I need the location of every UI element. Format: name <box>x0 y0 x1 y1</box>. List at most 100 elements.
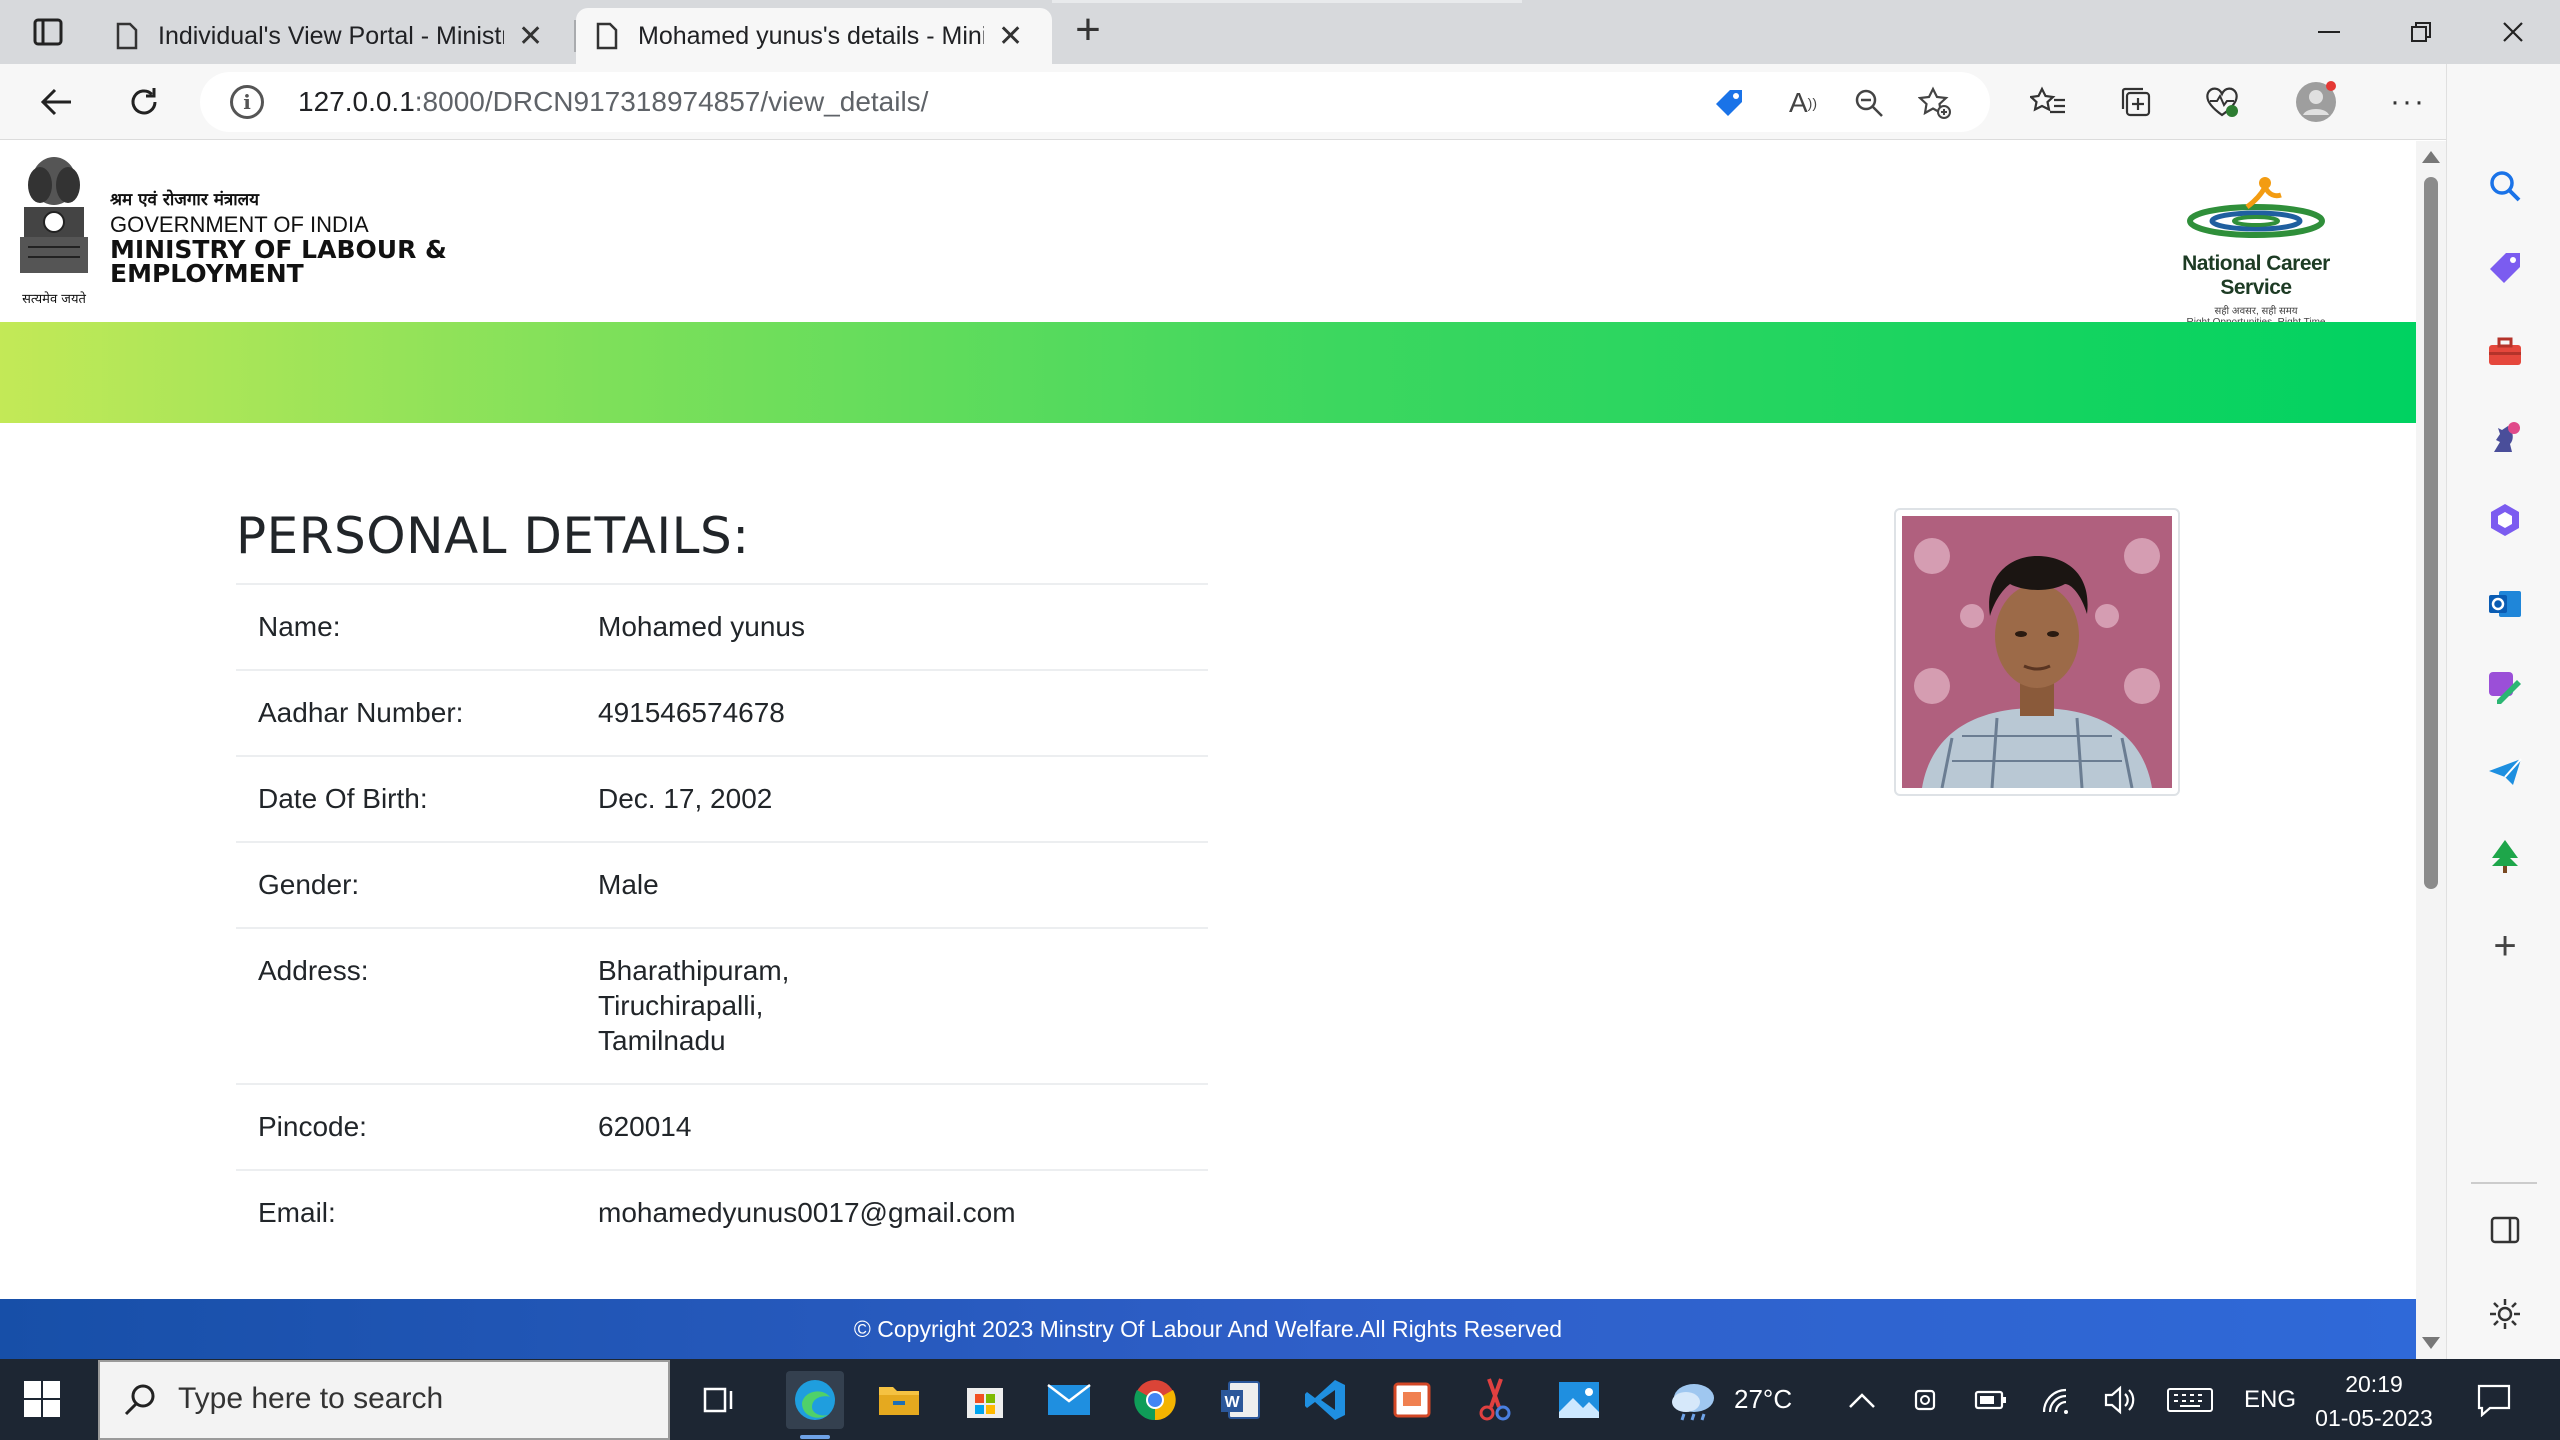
add-sidebar-app-button[interactable]: + <box>2485 924 2525 968</box>
favorites-button[interactable] <box>2022 76 2074 128</box>
ncs-hindi-tagline: सही अवसर, सही समय <box>2214 306 2298 317</box>
photos-button[interactable] <box>1550 1371 1608 1429</box>
meet-now-button[interactable] <box>1912 1359 1942 1440</box>
mail-icon <box>1047 1384 1091 1415</box>
state-emblem-logo: सत्यमेव जयते <box>20 157 88 307</box>
close-window-button[interactable] <box>2468 0 2558 64</box>
scroll-down-arrow-icon[interactable] <box>2422 1337 2440 1349</box>
network-status[interactable] <box>2040 1359 2072 1440</box>
active-indicator <box>800 1435 830 1439</box>
tab-actions-icon <box>33 18 63 46</box>
tools-sidebar-button[interactable] <box>2485 332 2525 372</box>
close-tab-icon[interactable]: ✕ <box>518 19 543 54</box>
task-view-button[interactable] <box>690 1371 748 1429</box>
weather-widget[interactable]: 27°C <box>1668 1359 1792 1440</box>
designer-icon <box>2489 672 2521 704</box>
collections-icon <box>2121 87 2151 117</box>
photos-icon <box>1559 1382 1599 1418</box>
touch-keyboard-button[interactable] <box>2166 1359 2214 1440</box>
minimize-icon <box>2318 31 2340 33</box>
new-tab-button[interactable]: + <box>1064 8 1112 56</box>
restore-button[interactable] <box>2376 0 2466 64</box>
battery-status[interactable] <box>1974 1359 2008 1440</box>
tree-sidebar-button[interactable] <box>2485 836 2525 876</box>
word-button[interactable]: W <box>1212 1371 1270 1429</box>
tab-loading-bar <box>1052 0 1522 3</box>
header-gradient-band <box>0 322 2416 423</box>
email-value: mohamedyunus0017@gmail.com <box>576 1169 1208 1255</box>
url-text[interactable]: 127.0.0.1:8000/DRCN917318974857/view_det… <box>298 86 928 118</box>
scrollbar-thumb[interactable] <box>2424 177 2438 889</box>
settings-more-button[interactable]: ··· <box>2382 76 2434 128</box>
microsoft-store-button[interactable] <box>956 1371 1014 1429</box>
input-language-indicator[interactable]: ENG <box>2244 1359 2296 1440</box>
page-footer: © Copyright 2023 Minstry Of Labour And W… <box>0 1299 2416 1359</box>
browser-essentials-button[interactable] <box>2196 76 2248 128</box>
tab-individuals-view-portal[interactable]: Individual's View Portal - Ministry of L… <box>96 8 574 64</box>
ministry-title: श्रम एवं रोजगार मंत्रालय GOVERNMENT OF I… <box>110 187 447 286</box>
aadhar-value: 491546574678 <box>576 669 1208 756</box>
chrome-button[interactable] <box>1126 1371 1184 1429</box>
search-placeholder: Type here to search <box>178 1382 444 1415</box>
taskbar-search-input[interactable]: Type here to search <box>98 1360 670 1440</box>
games-sidebar-button[interactable] <box>2485 416 2525 456</box>
page-scrollbar[interactable] <box>2416 141 2446 1359</box>
hide-sidebar-button[interactable] <box>2485 1210 2525 1250</box>
page-viewport: सत्यमेव जयते श्रम एवं रोजगार मंत्रालय GO… <box>0 141 2416 1359</box>
ncs-title: National Career Service <box>2182 252 2330 299</box>
wifi-icon <box>2042 1388 2068 1414</box>
address-value: Bharathipuram, Tiruchirapalli, Tamilnadu <box>576 927 1208 1084</box>
tab-mohamed-yunus-details[interactable]: Mohamed yunus's details - Ministry of La… <box>576 8 1052 64</box>
more-icon: ··· <box>2390 85 2426 118</box>
outlook-sidebar-button[interactable] <box>2485 584 2525 624</box>
read-aloud-icon[interactable]: A)) <box>1780 80 1826 126</box>
drop-sidebar-button[interactable] <box>2485 752 2525 792</box>
tab-title: Individual's View Portal - Ministry of L… <box>158 21 504 50</box>
powerpoint-button[interactable] <box>1382 1371 1440 1429</box>
search-sidebar-button[interactable] <box>2485 166 2525 206</box>
volume-control[interactable] <box>2102 1359 2138 1440</box>
pincode-label: Pincode: <box>236 1083 576 1170</box>
close-tab-icon[interactable]: ✕ <box>998 19 1023 54</box>
shopping-sidebar-button[interactable] <box>2485 248 2525 288</box>
edge-taskbar-button[interactable] <box>786 1371 844 1439</box>
address-line: Tamilnadu <box>598 1025 726 1056</box>
snipping-tool-button[interactable] <box>1466 1371 1524 1429</box>
windows-taskbar: Type here to search W 27°C ENG 20:19 01-… <box>0 1359 2560 1440</box>
address-bar[interactable]: i 127.0.0.1:8000/DRCN917318974857/view_d… <box>200 72 1990 132</box>
search-icon <box>124 1384 155 1416</box>
refresh-button[interactable] <box>118 76 170 128</box>
chevron-up-icon <box>1849 1392 1875 1408</box>
notification-center-button[interactable] <box>2476 1359 2512 1440</box>
gender-value: Male <box>576 841 1208 928</box>
gender-label: Gender: <box>236 841 576 928</box>
vscode-button[interactable] <box>1296 1371 1354 1429</box>
file-explorer-button[interactable] <box>870 1371 928 1429</box>
shopping-tag-icon <box>2490 253 2520 283</box>
table-row: Address: Bharathipuram, Tiruchirapalli, … <box>236 927 1208 1084</box>
microsoft365-sidebar-button[interactable] <box>2485 500 2525 540</box>
ministry-hindi: श्रम एवं रोजगार मंत्रालय <box>110 190 260 210</box>
chrome-icon <box>1134 1380 1176 1421</box>
show-hidden-icons-button[interactable] <box>1848 1359 1876 1440</box>
browser-toolbar: i 127.0.0.1:8000/DRCN917318974857/view_d… <box>0 64 2560 140</box>
system-clock[interactable]: 20:19 01-05-2023 <box>2304 1367 2444 1435</box>
search-icon <box>2490 171 2521 202</box>
mail-button[interactable] <box>1040 1371 1098 1429</box>
designer-sidebar-button[interactable] <box>2485 668 2525 708</box>
sidebar-settings-button[interactable] <box>2485 1294 2525 1334</box>
coupon-tag-icon[interactable] <box>1706 80 1752 126</box>
collections-button[interactable] <box>2110 76 2162 128</box>
profile-button[interactable] <box>2290 76 2342 128</box>
add-favorite-icon[interactable] <box>1912 80 1958 126</box>
table-row: Date Of Birth: Dec. 17, 2002 <box>236 755 1208 842</box>
minimize-button[interactable] <box>2284 0 2374 64</box>
site-info-icon[interactable]: i <box>230 85 264 119</box>
windows-start-icon[interactable] <box>22 1379 62 1419</box>
page-icon <box>116 22 138 50</box>
scroll-up-arrow-icon[interactable] <box>2422 151 2440 163</box>
back-button[interactable] <box>30 76 82 128</box>
zoom-out-icon[interactable] <box>1846 80 1892 126</box>
tab-actions-button[interactable] <box>18 14 78 50</box>
svg-text:सत्यमेव जयते: सत्यमेव जयते <box>22 291 86 307</box>
